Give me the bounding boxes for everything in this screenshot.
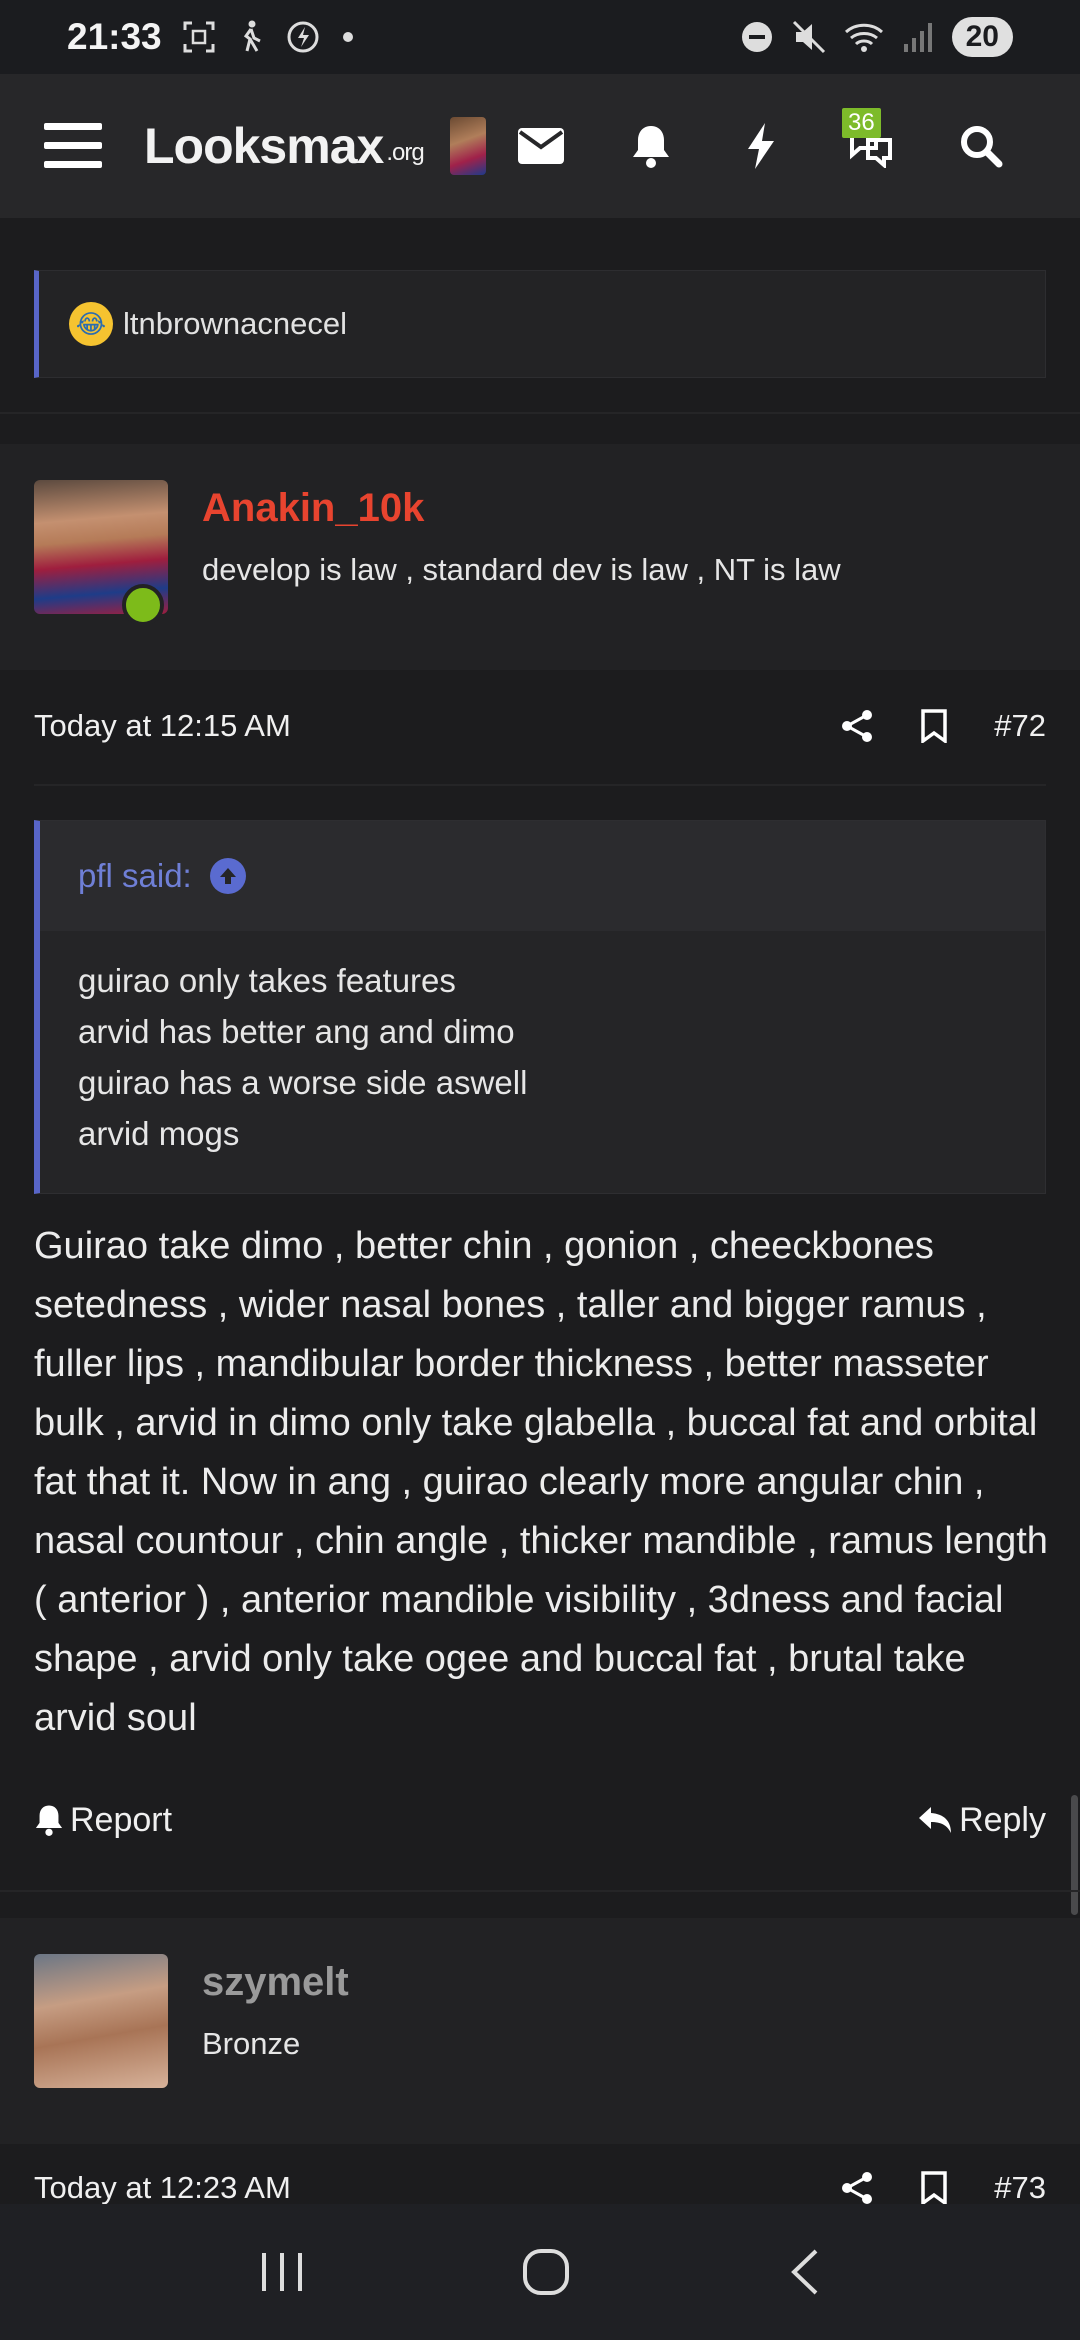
hamburger-icon [44,123,102,168]
back-icon[interactable] [786,2247,822,2297]
site-logo[interactable]: Looksmax .org [144,117,425,175]
status-right-icons: 20 [740,17,1013,57]
screenshot-icon [183,21,215,53]
user-avatar[interactable] [34,1954,168,2088]
data-saver-icon [287,21,319,53]
post-72-meta: Today at 12:15 AM #72 [34,696,1046,756]
quote-line: arvid has better ang and dimo [78,1013,515,1050]
header-pointer [86,2144,130,2166]
post-73-user-title: Bronze [202,2026,301,2061]
system-navigation-bar [0,2204,1080,2340]
post-72-user-header: Anakin_10k develop is law , standard dev… [0,444,1080,692]
logo-suffix: .org [386,139,424,166]
quote-header[interactable]: pfl said: [40,821,1045,931]
alerts-button[interactable] [596,106,706,186]
post-72-meta-actions: #72 [840,708,1046,744]
quote-body: guirao only takes features arvid has bet… [40,931,1045,1159]
share-icon[interactable] [840,709,874,743]
reply-arrow-icon [919,1807,952,1833]
conversations-button[interactable]: 36 [816,106,926,186]
wifi-icon [844,23,883,52]
bookmark-icon[interactable] [920,709,948,743]
previous-quote-block: 😂 ltnbrownacnecel [34,270,1046,378]
inbox-button[interactable] [486,106,596,186]
post-72-actions: Report Reply [34,1790,1046,1850]
quote-line: arvid mogs [78,1115,240,1152]
post-72-body: Guirao take dimo , better chin , gonion … [34,1225,1048,1739]
post-73-number[interactable]: #73 [994,2170,1046,2204]
search-icon [961,126,1003,168]
status-time: 21:33 [67,16,162,57]
post-73-user-header: szymelt Bronze [0,1918,1080,2166]
crying-laughing-emoji-icon: 😂 [69,302,113,346]
previous-quote-text: ltnbrownacnecel [123,306,348,341]
post-73-username[interactable]: szymelt [202,1960,349,2005]
bookmark-icon[interactable] [920,2171,948,2204]
quote-line: guirao only takes features [78,962,456,999]
post-72-quote: pfl said: guirao only takes features arv… [34,820,1046,1194]
lightning-icon [748,123,774,169]
post-73-meta: Today at 12:23 AM #73 [34,2170,1046,2204]
account-avatar[interactable] [449,117,486,175]
status-left-icons [182,20,354,54]
dot-icon [342,32,353,42]
search-button[interactable] [926,106,1036,186]
post-72-username[interactable]: Anakin_10k [202,486,424,531]
bell-icon [633,126,669,168]
nav-actions: 36 [486,106,1036,186]
report-label: Report [70,1800,173,1839]
menu-button[interactable] [44,121,102,171]
bell-icon [35,1805,63,1836]
walking-icon [243,20,261,52]
post-72-time[interactable]: Today at 12:15 AM [34,708,291,744]
post-72-number[interactable]: #72 [994,708,1046,744]
reply-button[interactable]: Reply [917,1801,1046,1840]
signal-icon [903,23,932,52]
quote-author: pfl said: [78,857,192,894]
recent-apps-icon[interactable] [258,2249,306,2295]
post-divider [0,1890,1080,1892]
post-72-user-title: develop is law , standard dev is law , N… [202,552,841,587]
battery-indicator: 20 [951,17,1013,57]
post-73-meta-actions: #73 [840,2170,1046,2204]
post-divider [0,412,1080,414]
header-pointer [86,670,130,692]
messages-badge: 36 [842,108,881,138]
home-icon[interactable] [521,2247,571,2297]
quote-jump-up-icon[interactable] [209,858,246,894]
meta-divider [34,784,1046,786]
mute-icon [792,20,825,54]
scrollbar-thumb[interactable] [1071,1795,1078,1915]
logo-main: Looksmax [144,118,384,174]
share-icon[interactable] [840,2171,874,2204]
reply-label: Reply [959,1800,1046,1839]
post-73-time[interactable]: Today at 12:23 AM [34,2170,291,2204]
top-navbar: Looksmax .org 36 [0,74,1080,218]
dnd-icon [741,22,772,52]
whats-new-button[interactable] [706,106,816,186]
quote-line: guirao has a worse side aswell [78,1064,528,1101]
status-bar: 21:33 20 [0,0,1080,74]
online-status-icon [122,584,164,626]
envelope-icon [518,128,564,164]
report-button[interactable]: Report [34,1801,172,1840]
